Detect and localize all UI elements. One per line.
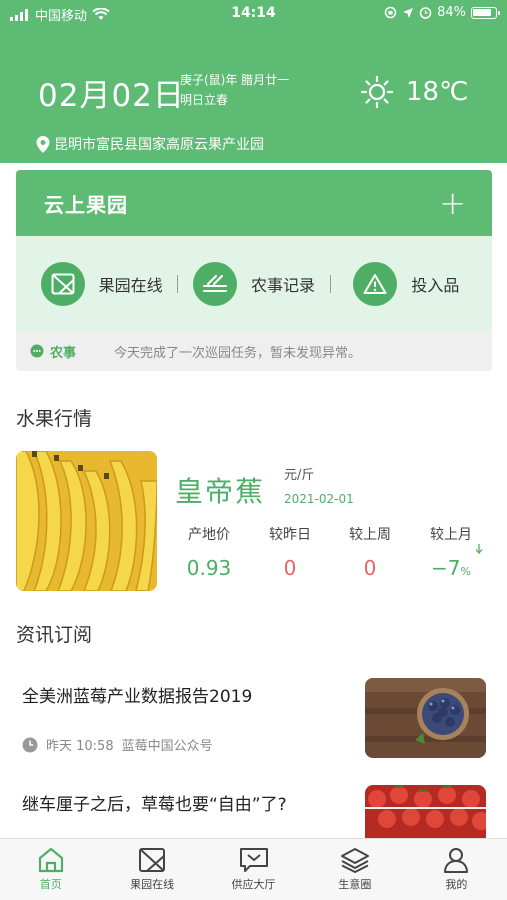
tab-home[interactable]: 首页 bbox=[0, 839, 101, 900]
user-icon bbox=[444, 848, 469, 873]
strawberry-image bbox=[365, 785, 486, 839]
chat-bubble-icon bbox=[30, 344, 44, 358]
news-time: 昨天 10:58 bbox=[46, 739, 114, 754]
battery-percent: 84% bbox=[437, 5, 466, 20]
tab-business-circle[interactable]: 生意圈 bbox=[304, 839, 405, 900]
orchard-functions: 果园在线 农事记录 投入品 bbox=[16, 236, 492, 331]
record-lines-icon bbox=[192, 261, 237, 306]
warning-triangle-icon bbox=[353, 261, 398, 306]
price-date: 2021-02-01 bbox=[284, 492, 354, 506]
home-icon bbox=[38, 847, 63, 873]
tab-orchard-online[interactable]: 果园在线 bbox=[101, 839, 202, 900]
notice-text: 今天完成了一次巡园任务，暂未发现异常。 bbox=[114, 345, 362, 361]
message-icon bbox=[239, 848, 268, 872]
location-pin-icon bbox=[36, 135, 50, 153]
battery-icon bbox=[471, 6, 500, 19]
orchard-online-button[interactable]: 果园在线 bbox=[26, 261, 177, 306]
image-frame-icon bbox=[40, 261, 85, 306]
notice-tag: 农事 bbox=[50, 345, 77, 361]
price-vs-last-month: 较上月 −7% bbox=[411, 524, 491, 580]
orchard-online-label: 果园在线 bbox=[98, 275, 163, 295]
temperature: 18℃ bbox=[406, 77, 469, 107]
lunar-line-2: 明日立春 bbox=[180, 93, 229, 107]
clock-icon bbox=[22, 737, 38, 752]
arrow-down-icon bbox=[475, 544, 483, 554]
blueberry-image bbox=[365, 678, 486, 758]
sun-icon bbox=[360, 75, 394, 109]
farm-record-label: 农事记录 bbox=[250, 275, 315, 295]
price-vs-last-week: 较上周 0 bbox=[330, 524, 410, 580]
location[interactable]: 昆明市富民县国家高原云果产业园 bbox=[36, 134, 264, 154]
orchard-card: 云上果园 + 果园在线 农事记录 投入品 农事 今天完成了一次巡园任务，暂未发现… bbox=[16, 170, 492, 371]
add-icon[interactable]: + bbox=[439, 187, 466, 219]
news-title: 全美洲蓝莓产业数据报告2019 bbox=[22, 687, 253, 707]
tab-supply-hall[interactable]: 供应大厅 bbox=[203, 839, 304, 900]
rotation-lock-icon bbox=[384, 6, 397, 19]
price-value: 0.93 bbox=[186, 556, 232, 580]
price-origin: 产地价 0.93 bbox=[169, 524, 249, 580]
tab-label: 供应大厅 bbox=[231, 878, 276, 891]
news-item[interactable]: 全美洲蓝莓产业数据报告2019 昨天 10:58 蓝莓中国公众号 bbox=[0, 665, 507, 770]
location-arrow-icon bbox=[403, 7, 414, 18]
news-source: 蓝莓中国公众号 bbox=[121, 739, 213, 754]
lunar-line-1: 庚子(鼠)年 腊月廿一 bbox=[180, 73, 290, 87]
header: 中国移动 14:14 84% 02月02日 庚子(鼠)年 腊月廿一 明日立春 1… bbox=[0, 0, 507, 163]
news-meta: 昨天 10:58 蓝莓中国公众号 bbox=[22, 735, 213, 754]
inputs-button[interactable]: 投入品 bbox=[331, 261, 482, 306]
location-label: 昆明市富民县国家高原云果产业园 bbox=[54, 137, 264, 153]
price-label: 较上周 bbox=[349, 527, 391, 543]
news-section-title: 资讯订阅 bbox=[16, 624, 93, 646]
news-title: 继车厘子之后，草莓也要“自由”了? bbox=[22, 795, 287, 815]
layers-icon bbox=[340, 848, 369, 873]
orchard-card-header: 云上果园 + bbox=[16, 170, 492, 236]
tab-label: 生意圈 bbox=[338, 878, 372, 891]
news-item[interactable]: 继车厘子之后，草莓也要“自由”了? bbox=[0, 773, 507, 839]
price-value: 0 bbox=[363, 556, 377, 580]
image-frame-icon bbox=[139, 848, 166, 872]
tab-mine[interactable]: 我的 bbox=[406, 839, 507, 900]
price-unit: 元/斤 bbox=[284, 468, 315, 483]
current-date: 02月02日 bbox=[38, 78, 185, 114]
price-label: 产地价 bbox=[188, 527, 230, 543]
price-value: 0 bbox=[283, 556, 297, 580]
inputs-label: 投入品 bbox=[411, 275, 460, 295]
tab-bar: 首页 果园在线 供应大厅 生意圈 我的 bbox=[0, 838, 507, 900]
farm-record-button[interactable]: 农事记录 bbox=[178, 261, 329, 306]
market-section-title: 水果行情 bbox=[16, 408, 93, 430]
status-bar: 中国移动 14:14 84% bbox=[0, 0, 507, 28]
lunar-date: 庚子(鼠)年 腊月廿一 明日立春 bbox=[180, 70, 289, 110]
tab-label: 果园在线 bbox=[130, 878, 175, 891]
tab-label: 首页 bbox=[39, 878, 62, 891]
price-vs-yesterday: 较昨日 0 bbox=[250, 524, 330, 580]
banana-image[interactable] bbox=[16, 451, 157, 591]
price-label: 较昨日 bbox=[269, 527, 311, 543]
orchard-card-title: 云上果园 bbox=[44, 192, 128, 217]
percent-sign: % bbox=[460, 565, 471, 578]
tab-label: 我的 bbox=[445, 878, 468, 891]
price-label: 较上月 bbox=[430, 527, 472, 543]
price-value: −7% bbox=[411, 556, 491, 580]
price-value-number: −7 bbox=[431, 556, 461, 580]
farm-notice[interactable]: 农事 今天完成了一次巡园任务，暂未发现异常。 bbox=[16, 331, 492, 371]
fruit-name: 皇帝蕉 bbox=[175, 475, 266, 508]
weather: 18℃ bbox=[360, 75, 468, 109]
alarm-icon bbox=[419, 7, 432, 19]
